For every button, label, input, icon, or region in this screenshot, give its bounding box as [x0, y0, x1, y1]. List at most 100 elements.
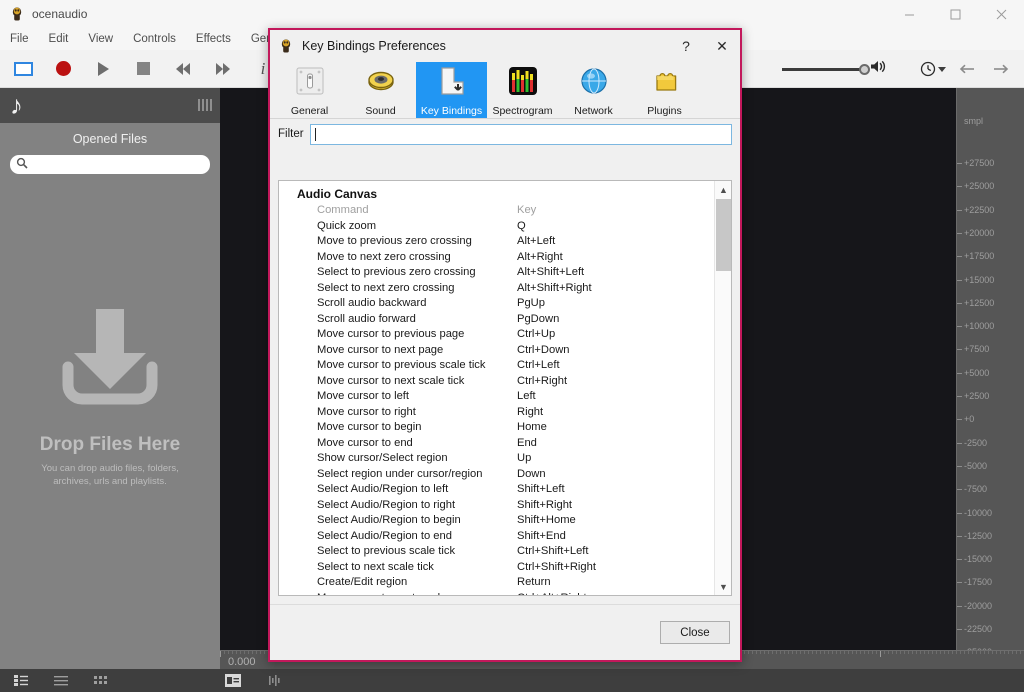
time-tick: [1020, 651, 1021, 654]
volume-control[interactable]: [782, 50, 888, 88]
detail-view-icon[interactable]: [48, 672, 74, 690]
close-button[interactable]: Close: [660, 621, 730, 644]
key-binding-row[interactable]: Scroll audio forward PgDown: [279, 312, 714, 328]
list-scrollbar[interactable]: ▲ ▼: [714, 181, 731, 595]
fast-forward-button[interactable]: [206, 54, 240, 84]
left-panel-tabstrip: ♪: [0, 88, 220, 123]
key-binding-row[interactable]: Select to next zero crossing Alt+Shift+Ri…: [279, 281, 714, 297]
stop-button[interactable]: [126, 54, 160, 84]
key-binding-row[interactable]: Move cursor to begin Home: [279, 420, 714, 436]
key-bindings-list[interactable]: Audio Canvas Command Key Quick zoom Q Move to…: [278, 180, 732, 596]
key-binding-row[interactable]: Select to next scale tick Ctrl+Shift+Righ…: [279, 560, 714, 576]
speaker-icon[interactable]: [870, 59, 888, 79]
list-view-icon[interactable]: [8, 672, 34, 690]
rewind-button[interactable]: [166, 54, 200, 84]
menu-view[interactable]: View: [78, 31, 123, 47]
binding-command: Select to next scale tick: [317, 560, 434, 573]
key-binding-row[interactable]: Select Audio/Region to right Shift+Right: [279, 498, 714, 514]
waveform-view-icon[interactable]: [262, 672, 288, 690]
key-binding-row[interactable]: Select to previous zero crossing Alt+Shif…: [279, 265, 714, 281]
chevron-down-icon[interactable]: [938, 66, 946, 72]
key-binding-row[interactable]: Move cursor to previous scale tick Ctrl+L…: [279, 358, 714, 374]
selection-tool-button[interactable]: [6, 54, 40, 84]
dialog-close-icon[interactable]: ✕: [704, 31, 740, 61]
time-tick: [912, 651, 913, 654]
tab-sound[interactable]: Sound: [345, 62, 416, 118]
time-tick: [1016, 651, 1017, 654]
time-tick: [988, 651, 989, 654]
drop-zone[interactable]: Drop Files Here You can drop audio files…: [0, 303, 220, 488]
scroll-down-icon[interactable]: ▼: [715, 578, 731, 595]
undo-button[interactable]: [952, 54, 982, 84]
key-binding-row[interactable]: Move cursor to next markerCtrl+Alt+Right: [279, 591, 714, 596]
binding-command: Move cursor to previous scale tick: [317, 359, 486, 371]
tab-network[interactable]: Network: [558, 62, 629, 118]
time-tick: [936, 651, 937, 654]
time-tick: [932, 651, 933, 654]
key-binding-row[interactable]: Move cursor to previous page Ctrl+Up: [279, 327, 714, 343]
time-tick: [252, 651, 253, 654]
spectrogram-view-icon[interactable]: [220, 672, 246, 690]
time-tick: [956, 651, 957, 654]
key-binding-row[interactable]: Show cursor/Select region Up: [279, 451, 714, 467]
redo-button[interactable]: [986, 54, 1016, 84]
time-tick: [840, 651, 841, 654]
key-binding-row[interactable]: Move to next zero crossing Alt+Right: [279, 250, 714, 266]
volume-slider-knob[interactable]: [859, 63, 870, 75]
grid-view-icon[interactable]: [88, 672, 114, 690]
time-tick: [992, 651, 993, 654]
key-binding-row[interactable]: Select Audio/Region to begin Shift+Home: [279, 513, 714, 529]
key-binding-row[interactable]: Select Audio/Region to end Shift+End: [279, 529, 714, 545]
key-binding-row[interactable]: Create/Edit region Return: [279, 575, 714, 591]
key-binding-row[interactable]: Select region under cursor/region Down: [279, 467, 714, 483]
scroll-up-icon[interactable]: ▲: [715, 181, 731, 198]
time-tick: [848, 651, 849, 654]
key-binding-row[interactable]: Select Audio/Region to left Shift+Left: [279, 482, 714, 498]
key-binding-row[interactable]: Move to previous zero crossing Alt+Left: [279, 234, 714, 250]
fast-forward-icon: [216, 62, 230, 75]
play-button[interactable]: [86, 54, 120, 84]
filter-input[interactable]: [309, 123, 732, 145]
time-tick: [868, 651, 869, 654]
minimize-icon[interactable]: [886, 0, 932, 28]
time-tick: [852, 651, 853, 654]
search-input[interactable]: [32, 158, 210, 171]
tab-key-bindings[interactable]: Key Bindings: [416, 62, 487, 118]
volume-slider[interactable]: [782, 63, 870, 75]
help-button[interactable]: ?: [668, 31, 704, 61]
time-tick: [864, 651, 865, 654]
tab-plugins[interactable]: Plugins: [629, 62, 700, 118]
ruler-tick-label: -5000: [964, 460, 988, 471]
time-tick: [808, 651, 809, 654]
key-binding-row[interactable]: Select to previous scale tick Ctrl+Shift+…: [279, 544, 714, 560]
maximize-icon[interactable]: [932, 0, 978, 28]
menu-controls[interactable]: Controls: [123, 31, 186, 47]
window-controls: [886, 0, 1024, 28]
opened-files-heading: Opened Files: [72, 132, 148, 146]
history-button[interactable]: [918, 54, 948, 84]
time-tick: [872, 651, 873, 654]
music-note-icon[interactable]: ♪: [10, 92, 23, 118]
key-binding-row[interactable]: Move cursor to right Right: [279, 405, 714, 421]
drag-grip-icon[interactable]: [198, 99, 212, 111]
search-input-wrapper[interactable]: [10, 155, 210, 174]
scrollbar-thumb[interactable]: [716, 199, 731, 271]
key-binding-row[interactable]: Move cursor to next scale tick Ctrl+Right: [279, 374, 714, 390]
key-binding-row[interactable]: Move cursor to left Left: [279, 389, 714, 405]
key-binding-row[interactable]: Scroll audio backward PgUp: [279, 296, 714, 312]
ruler-tick-label: -2500: [964, 437, 988, 448]
key-binding-row[interactable]: Quick zoom Q: [279, 219, 714, 235]
menu-effects[interactable]: Effects: [186, 31, 241, 47]
binding-command: Select to next zero crossing: [317, 281, 455, 294]
menu-edit[interactable]: Edit: [39, 31, 79, 47]
time-tick: [792, 651, 793, 654]
key-binding-row[interactable]: Move cursor to end End: [279, 436, 714, 452]
tab-general[interactable]: General: [274, 62, 345, 118]
close-icon[interactable]: [978, 0, 1024, 28]
binding-key: PgDown: [517, 312, 560, 325]
key-binding-row[interactable]: Move cursor to next page Ctrl+Down: [279, 343, 714, 359]
menu-file[interactable]: File: [0, 31, 39, 47]
time-tick: [744, 651, 745, 654]
tab-spectrogram[interactable]: Spectrogram: [487, 62, 558, 118]
record-button[interactable]: [46, 54, 80, 84]
